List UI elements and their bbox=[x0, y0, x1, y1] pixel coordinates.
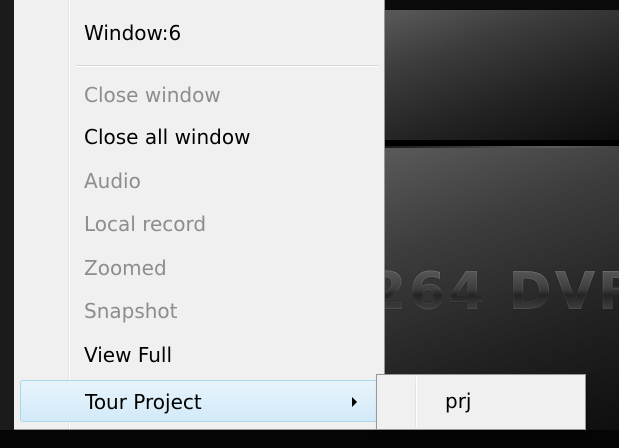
menu-item-view-full[interactable]: View Full bbox=[14, 334, 383, 376]
menu-item-tour-project[interactable]: Tour Project bbox=[20, 380, 380, 422]
menu-item-zoomed[interactable]: Zoomed bbox=[14, 247, 383, 289]
menu-separator bbox=[76, 65, 378, 67]
pane-divider bbox=[384, 140, 619, 146]
menu-title-window: Window:6 bbox=[84, 21, 182, 45]
menu-item-close-all-window[interactable]: Close all window bbox=[14, 116, 383, 158]
menu-item-audio[interactable]: Audio bbox=[14, 160, 383, 202]
menu-item-tour-project-label: Tour Project bbox=[85, 390, 202, 414]
video-pane-top[interactable] bbox=[384, 10, 619, 140]
menu-item-local-record[interactable]: Local record bbox=[14, 203, 383, 245]
bottom-border bbox=[0, 430, 619, 448]
menu-item-close-window[interactable]: Close window bbox=[14, 74, 383, 116]
video-overlay-logo: 264 DVR bbox=[370, 262, 619, 322]
submenu-arrow-icon bbox=[352, 397, 357, 407]
left-border bbox=[0, 0, 14, 448]
context-menu: Window:6 Close window Close all window A… bbox=[14, 0, 385, 430]
app-screen: 264 DVR Window:6 Close window Close all … bbox=[0, 0, 619, 448]
submenu-item-prj[interactable]: prj bbox=[383, 380, 579, 422]
menu-item-snapshot[interactable]: Snapshot bbox=[14, 290, 383, 332]
tour-project-submenu: prj bbox=[376, 374, 586, 430]
